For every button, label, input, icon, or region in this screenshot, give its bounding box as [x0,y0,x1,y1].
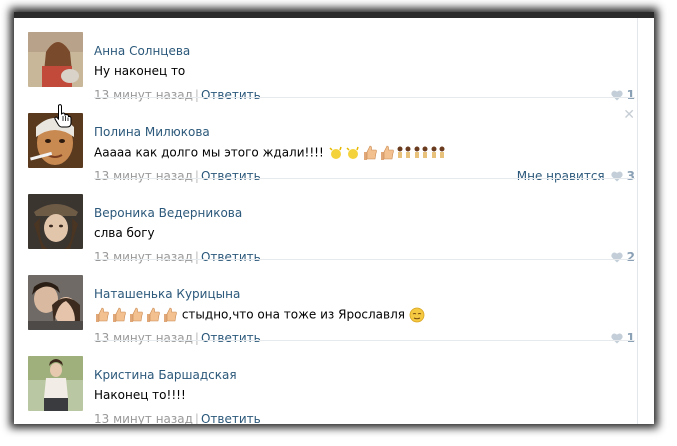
thumbs-up-emoji [113,307,126,322]
comment-text: Наконец то!!!! [94,388,186,402]
sparkle-emoji [329,146,342,159]
relieved-face-emoji [409,307,425,323]
comments-window: Анна Солнцева Ну наконец то 13 минут наз… [14,12,654,424]
comment-divider [94,97,635,98]
comment-author[interactable]: Наташенька Курицына [94,287,240,301]
comment-divider [94,340,635,341]
close-icon[interactable]: ✕ [623,107,635,123]
avatar[interactable] [28,32,83,87]
emoji-group [94,307,178,323]
comment-item: Наташенька Курицына стыдно,что она тоже … [14,261,637,345]
meta-separator: | [194,412,199,424]
thumbs-up-emoji [147,307,160,322]
dancing-people-emoji [414,146,428,158]
comment-author[interactable]: Анна Солнцева [94,44,190,58]
comment-text-content: стыдно,что она тоже из Ярославля [181,307,405,322]
thumbs-up-emoji [363,145,377,160]
comment-text-content: Ааааа как долго мы этого ждали!!!! [94,145,324,160]
thumbs-up-emoji [96,307,109,322]
reply-link[interactable]: Ответить [201,412,261,424]
comment-divider [94,178,635,179]
comment-item: ✕ Полина Милюкова Ааааа как долго мы это… [14,99,637,183]
comment-text: Ну наконец то [94,64,186,78]
comment-author[interactable]: Кристина Баршадская [94,368,237,382]
avatar[interactable] [28,275,83,330]
thumbs-up-emoji [380,145,394,160]
scrollbar[interactable] [637,18,654,424]
thumbs-up-emoji [164,307,177,322]
comment-text: стыдно,что она тоже из Ярославля [94,307,425,323]
sparkle-emoji [346,146,359,159]
comment-meta: 13 минут назад | Ответить [94,412,261,424]
comment-divider [94,259,635,260]
dancing-people-emoji [397,146,411,158]
avatar[interactable] [28,194,83,249]
comment-item: Вероника Ведерникова слва богу 13 минут … [14,180,637,264]
comment-author[interactable]: Вероника Ведерникова [94,206,242,220]
comment-text: Ааааа как долго мы этого ждали!!!! [94,145,446,161]
thumbs-up-emoji [130,307,143,322]
comment-item: Кристина Баршадская Наконец то!!!! 13 ми… [14,342,637,424]
comment-author[interactable]: Полина Милюкова [94,125,210,139]
avatar[interactable] [28,356,83,411]
comment-item: Анна Солнцева Ну наконец то 13 минут наз… [14,18,637,102]
comment-text: слва богу [94,226,155,240]
emoji-group [328,145,446,161]
comment-list: Анна Солнцева Ну наконец то 13 минут наз… [14,18,637,424]
dancing-people-emoji [431,146,445,158]
comment-time[interactable]: 13 минут назад [94,412,193,424]
hand-pointer-icon [54,104,72,128]
